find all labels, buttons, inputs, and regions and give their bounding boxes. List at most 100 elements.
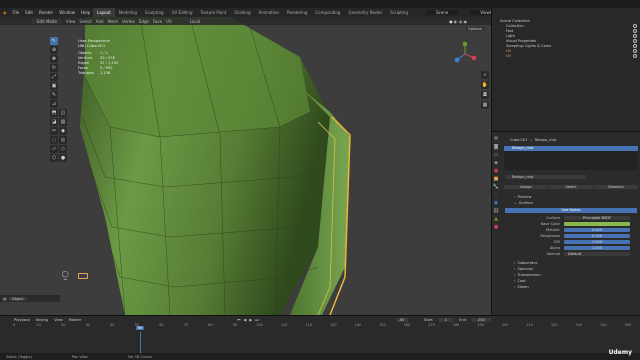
- eye-icon[interactable]: [633, 23, 637, 28]
- poly-build-tool-icon[interactable]: ◆: [59, 127, 67, 135]
- workspace-tab-rendering[interactable]: Rendering: [283, 8, 311, 17]
- workspace-tab-shading[interactable]: Shading: [230, 8, 254, 17]
- end-frame-field[interactable]: 250: [471, 317, 491, 322]
- keying-mode[interactable]: All: [395, 317, 408, 322]
- move-tool-icon[interactable]: ✥: [50, 55, 58, 63]
- deselect-button[interactable]: Deselect: [594, 184, 638, 189]
- workspace-tab-texture-paint[interactable]: Texture Paint: [196, 8, 230, 17]
- playback-menu[interactable]: Playback: [14, 318, 30, 322]
- modifier-tab-icon[interactable]: 🔧: [493, 184, 499, 190]
- navigation-gizmo[interactable]: [452, 41, 478, 67]
- camera-icon[interactable]: ◘: [481, 91, 489, 99]
- add-menu[interactable]: Add: [96, 19, 104, 24]
- extrude-tool-icon[interactable]: ⬒: [50, 109, 58, 117]
- inset-tool-icon[interactable]: ◫: [59, 109, 67, 117]
- pan-icon[interactable]: ✋: [481, 81, 489, 89]
- sphere-tool-icon[interactable]: ●: [59, 154, 67, 162]
- transform-tool-icon[interactable]: ▣: [50, 82, 58, 90]
- world-tab-icon[interactable]: ●: [494, 168, 498, 174]
- workspace-tab-modeling[interactable]: Modeling: [115, 8, 141, 17]
- surface-section[interactable]: ⌄ Surface: [502, 200, 640, 206]
- workspace-tab-scripting[interactable]: Scripting: [386, 8, 412, 17]
- frame-tick-label: 200: [501, 323, 509, 327]
- knife-tool-icon[interactable]: ✂: [50, 127, 58, 135]
- constraints-tab-icon[interactable]: ⛓: [493, 208, 499, 214]
- scale-tool-icon[interactable]: ⤢: [50, 73, 58, 81]
- view-menu[interactable]: View: [66, 19, 76, 24]
- assign-button[interactable]: Assign: [504, 184, 548, 189]
- workspace-tab-compositing[interactable]: Compositing: [311, 8, 344, 17]
- orientation-selector[interactable]: Local: [185, 18, 205, 24]
- playhead[interactable]: 66: [136, 326, 145, 330]
- sheen-section[interactable]: › Sheen: [502, 284, 640, 290]
- workspace-tab-sculpting[interactable]: Sculpting: [141, 8, 168, 17]
- eye-icon[interactable]: [633, 38, 637, 43]
- workspace-tab-geometry-nodes[interactable]: Geometry Nodes: [344, 8, 386, 17]
- data-tab-icon[interactable]: ▲: [494, 216, 498, 222]
- output-tab-icon[interactable]: ▭: [494, 152, 499, 158]
- status-select: Select (Toggle): [6, 354, 32, 359]
- loop-cut-tool-icon[interactable]: ▥: [59, 118, 67, 126]
- vertex-menu[interactable]: Vertex: [122, 19, 135, 24]
- material-slot[interactable]: Retopo_mat: [504, 146, 638, 151]
- spin-tool-icon[interactable]: ◌: [50, 136, 58, 144]
- zoom-icon[interactable]: ⌕: [481, 71, 489, 79]
- scene-selector[interactable]: Scene: [426, 10, 459, 15]
- eye-icon[interactable]: [633, 33, 637, 38]
- editor-type-icon[interactable]: ▤: [0, 296, 7, 301]
- outliner-item[interactable]: UV: [492, 53, 640, 58]
- physics-tab-icon[interactable]: ◉: [494, 200, 498, 206]
- blender-logo-icon[interactable]: ◉: [0, 10, 10, 15]
- use-nodes-button[interactable]: Use Nodes: [505, 208, 637, 213]
- eye-icon[interactable]: [633, 48, 637, 53]
- eye-icon[interactable]: [633, 53, 637, 58]
- marker-menu[interactable]: Marker: [69, 318, 81, 322]
- bevel-tool-icon[interactable]: ◪: [50, 118, 58, 126]
- menu-render[interactable]: Render: [36, 10, 56, 15]
- base-color-swatch[interactable]: [564, 221, 630, 227]
- mode-mini-selector[interactable]: Object: [8, 296, 27, 301]
- select-button[interactable]: Select: [549, 184, 593, 189]
- material-field[interactable]: Retopo_mat: [506, 174, 586, 179]
- menu-edit[interactable]: Edit: [22, 10, 36, 15]
- object-tab-icon[interactable]: ■: [494, 176, 499, 182]
- menu-file[interactable]: File: [10, 10, 23, 15]
- shear-tool-icon[interactable]: ▱: [50, 145, 58, 153]
- smooth-tool-icon[interactable]: ◎: [59, 136, 67, 144]
- rip-tool-icon[interactable]: ◇: [59, 145, 67, 153]
- workspace-tab-animation[interactable]: Animation: [255, 8, 283, 17]
- playback-controls[interactable]: ⏮ ◀ ▶ ⏭: [237, 318, 259, 322]
- select-menu[interactable]: Select: [79, 19, 91, 24]
- select-tool-icon[interactable]: ↖: [50, 37, 58, 45]
- measure-tool-icon[interactable]: ⊿: [50, 100, 58, 108]
- menu-help[interactable]: Help: [78, 10, 93, 15]
- render-tab-icon[interactable]: ◙: [494, 144, 499, 150]
- mode-selector[interactable]: Edit Mode: [32, 18, 62, 24]
- rotate-tool-icon[interactable]: ↻: [50, 64, 58, 72]
- grid-icon[interactable]: ▦: [481, 101, 489, 109]
- scene-tab-icon[interactable]: ◈: [494, 160, 498, 166]
- workspace-tab-uv-editing[interactable]: UV Editing: [168, 8, 197, 17]
- cursor-tool-icon[interactable]: ⊕: [50, 46, 58, 54]
- annotate-tool-icon[interactable]: ✎: [50, 91, 58, 99]
- face-menu[interactable]: Face: [153, 19, 162, 24]
- edge-menu[interactable]: Edge: [139, 19, 149, 24]
- uv-menu[interactable]: UV: [166, 19, 172, 24]
- keying-menu[interactable]: Keying: [36, 318, 48, 322]
- eye-icon[interactable]: [633, 28, 637, 33]
- 3d-viewport[interactable]: Edit Mode View Select Add Mesh Vertex Ed…: [0, 17, 491, 315]
- mesh-menu[interactable]: Mesh: [108, 19, 119, 24]
- start-frame-field[interactable]: 1: [438, 317, 454, 322]
- timeline-view-menu[interactable]: View: [54, 318, 63, 322]
- menu-window[interactable]: Window: [56, 10, 78, 15]
- eye-icon[interactable]: [633, 43, 637, 48]
- workspace-tab-layout[interactable]: Layout: [93, 8, 115, 17]
- material-tab-icon[interactable]: ●: [494, 224, 498, 230]
- tool-tab-icon[interactable]: ⚒: [494, 136, 498, 142]
- shrink-tool-icon[interactable]: ⬡: [50, 154, 58, 162]
- particles-tab-icon[interactable]: ∴: [494, 192, 497, 198]
- normal-field[interactable]: Normal Default: [502, 251, 640, 257]
- shading-buttons[interactable]: ● ◐ ◍ ◉: [449, 19, 467, 24]
- frame-ruler[interactable]: 0 10 20 30 40 50 60 70 80 90 100 110 120 130 140 150 160…: [13, 323, 631, 329]
- options-button[interactable]: Options: [466, 27, 484, 31]
